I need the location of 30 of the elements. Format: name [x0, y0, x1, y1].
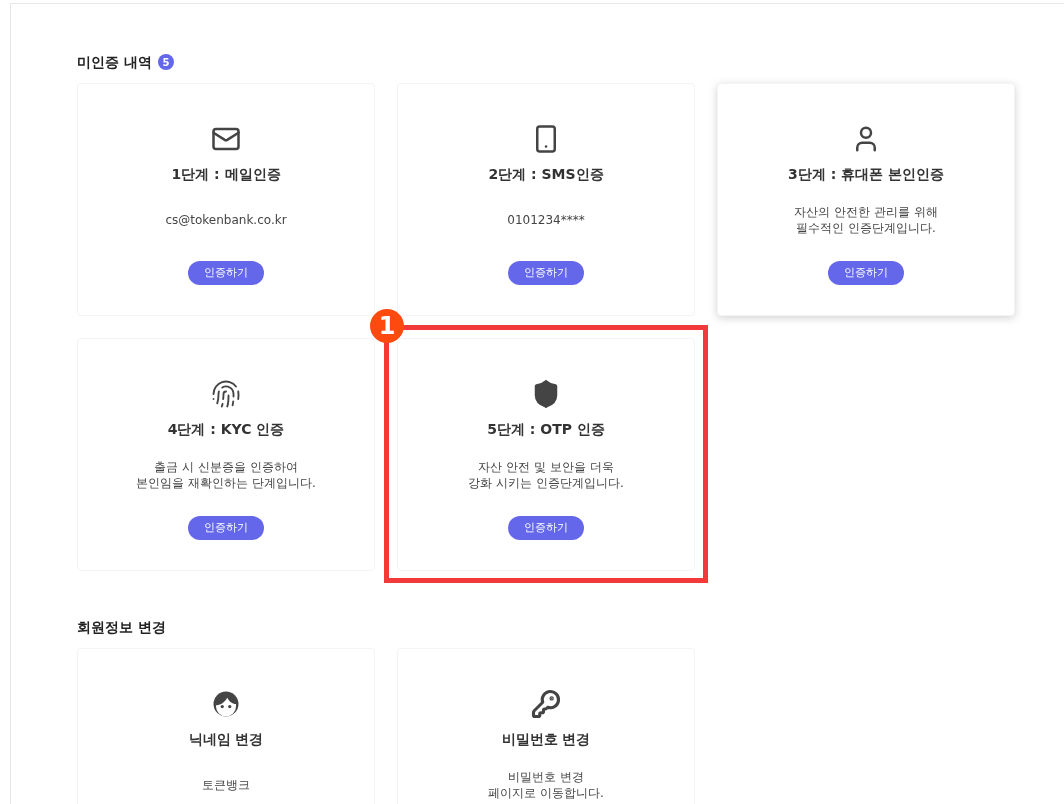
verify-button[interactable]: 인증하기: [188, 261, 264, 285]
key-icon: [531, 689, 561, 719]
annotation-number-badge: 1: [370, 309, 404, 343]
card-description: 페이지로 이동합니다.: [488, 785, 604, 801]
fingerprint-icon: [211, 379, 241, 409]
count-badge: 5: [157, 54, 174, 70]
section-title: 회원정보 변경: [77, 617, 166, 637]
card-title: 닉네임 변경: [188, 730, 264, 749]
face-icon: [211, 689, 241, 719]
verify-button[interactable]: 인증하기: [828, 261, 904, 285]
card-description: 필수적인 인증단계입니다.: [796, 220, 936, 236]
verify-button[interactable]: 인증하기: [188, 516, 264, 540]
card-description: 본인임을 재확인하는 단계입니다.: [136, 475, 316, 491]
card-title: 3단계 : 휴대폰 본인인증: [788, 165, 944, 184]
card-title: 4단계 : KYC 인증: [167, 420, 285, 439]
card-title: 2단계 : SMS인증: [488, 165, 604, 184]
card-description: 0101234****: [507, 212, 585, 228]
card-description: 비밀번호 변경: [508, 769, 584, 785]
card-description: cs@tokenbank.co.kr: [165, 212, 287, 228]
verify-button[interactable]: 인증하기: [508, 261, 584, 285]
card-description: 출금 시 신분증을 인증하여: [154, 459, 298, 475]
card-description: 토큰뱅크: [202, 777, 250, 793]
card-description: 강화 시키는 인증단계입니다.: [468, 475, 624, 491]
verify-button[interactable]: 인증하기: [508, 516, 584, 540]
card-title: 1단계 : 메일인증: [171, 165, 281, 184]
card-description: 자산 안전 및 보안을 더욱: [478, 459, 614, 475]
card-description: 자산의 안전한 관리를 위해: [794, 204, 938, 220]
card-title: 5단계 : OTP 인증: [487, 420, 605, 439]
card-title: 비밀번호 변경: [501, 730, 591, 749]
section-title: 미인증 내역: [77, 52, 152, 72]
